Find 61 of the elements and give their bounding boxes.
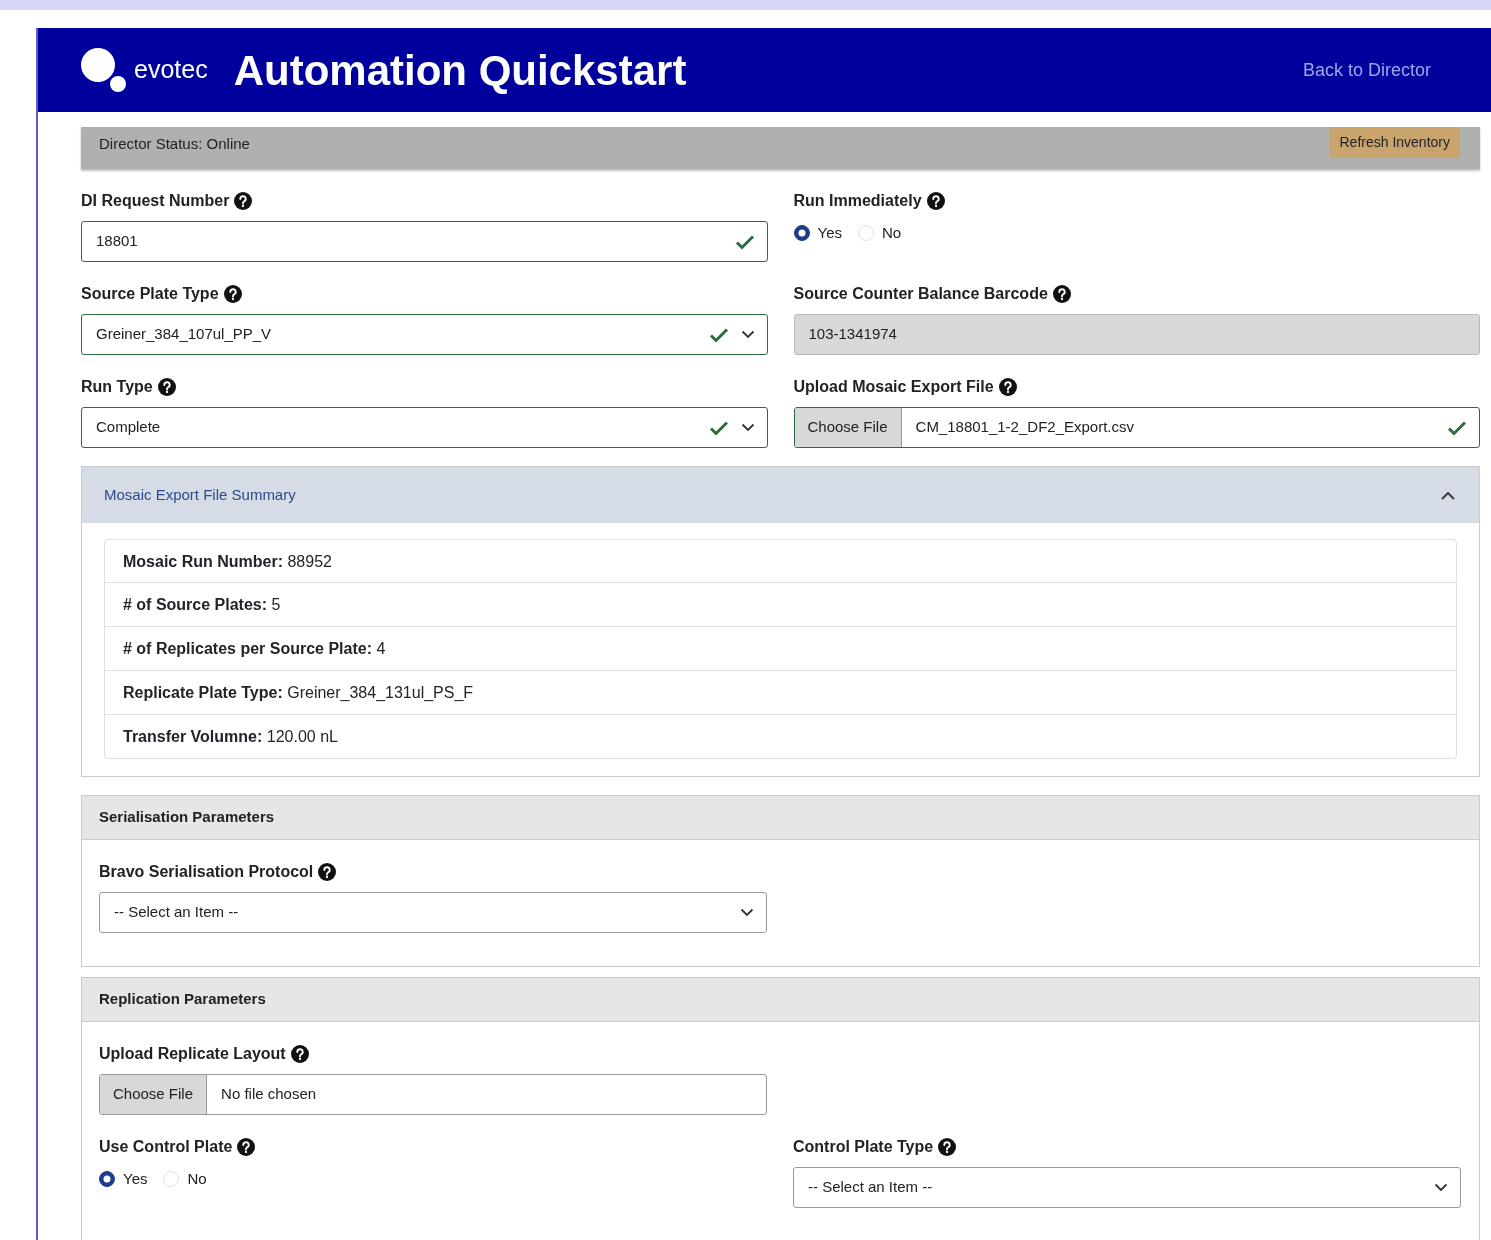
select-field[interactable]: Greiner_384_107ul_PP_V [81, 314, 768, 355]
help-icon [998, 378, 1017, 396]
summary-row: # of Source Plates: 5 [104, 583, 1457, 627]
check-icon [734, 233, 755, 250]
check-icon [708, 419, 729, 436]
help-icon [157, 378, 176, 396]
select-field[interactable]: -- Select an Item -- [99, 892, 767, 933]
status-text: Director Status: Online [99, 134, 250, 154]
help-icon [237, 1138, 256, 1156]
help-icon [926, 192, 945, 210]
select-field[interactable]: Complete [81, 407, 768, 448]
radio-button[interactable] [99, 1171, 115, 1187]
accordion-header[interactable]: Mosaic Export File Summary [82, 467, 1479, 523]
logo-icon [80, 47, 126, 93]
help-icon [223, 285, 242, 303]
check-icon [708, 326, 729, 343]
chevron-down-icon [1434, 1183, 1448, 1192]
radio-label[interactable]: Yes [817, 222, 842, 245]
help-icon [318, 863, 337, 881]
choose-file-button[interactable]: Choose File [794, 408, 902, 447]
section-header: Replication Parameters [82, 978, 1479, 1022]
input-field[interactable]: 18801 [81, 221, 768, 262]
refresh-inventory-button[interactable]: Refresh Inventory [1329, 127, 1460, 158]
field-label: Bravo Serialisation Protocol [99, 862, 314, 882]
summary-row: Mosaic Run Number: 88952 [104, 539, 1457, 583]
accordion-title: Mosaic Export File Summary [104, 484, 296, 505]
chevron-down-icon [740, 330, 755, 339]
field-label: Use Control Plate [99, 1137, 233, 1157]
input-field: 103-1341974 [793, 314, 1480, 355]
help-icon [234, 192, 253, 210]
check-icon [1447, 419, 1467, 436]
select-field[interactable]: -- Select an Item -- [793, 1167, 1461, 1208]
summary-row: Transfer Volumne: 120.00 nL [104, 715, 1457, 759]
help-icon [1052, 285, 1071, 303]
field-label: Upload Replicate Layout [99, 1044, 286, 1064]
radio-label[interactable]: No [187, 1168, 207, 1191]
radio-button[interactable] [793, 225, 810, 241]
file-name-text: CM_18801_1-2_DF2_Export.csv [915, 417, 1135, 438]
field-label: Control Plate Type [793, 1137, 934, 1157]
chevron-down-icon [740, 423, 755, 432]
summary-row: # of Replicates per Source Plate: 4 [104, 627, 1457, 671]
field-label: Source Plate Type [81, 284, 219, 304]
radio-label[interactable]: No [882, 222, 902, 245]
field-label: Run Type [81, 377, 153, 397]
back-link[interactable]: Back to Director [1302, 56, 1431, 84]
app-title: Automation Quickstart [233, 45, 687, 96]
choose-file-button[interactable]: Choose File [100, 1075, 208, 1114]
summary-row: Replicate Plate Type: Greiner_384_131ul_PS_F [104, 671, 1457, 715]
field-label: Run Immediately [793, 191, 922, 211]
file-field[interactable]: Choose File No file chosen [99, 1074, 767, 1115]
field-label: DI Request Number [81, 191, 230, 211]
file-field[interactable]: Choose File CM_18801_1-2_DF2_Export.csv [793, 407, 1480, 448]
chevron-down-icon [740, 908, 754, 917]
help-icon [938, 1138, 957, 1156]
radio-label[interactable]: Yes [123, 1168, 148, 1191]
logo-text: evotec [134, 54, 208, 86]
help-icon [290, 1045, 309, 1063]
file-name-text: No file chosen [221, 1084, 318, 1105]
section-header: Serialisation Parameters [82, 796, 1479, 840]
field-label: Upload Mosaic Export File [793, 377, 994, 397]
field-label: Source Counter Balance Barcode [793, 284, 1048, 304]
